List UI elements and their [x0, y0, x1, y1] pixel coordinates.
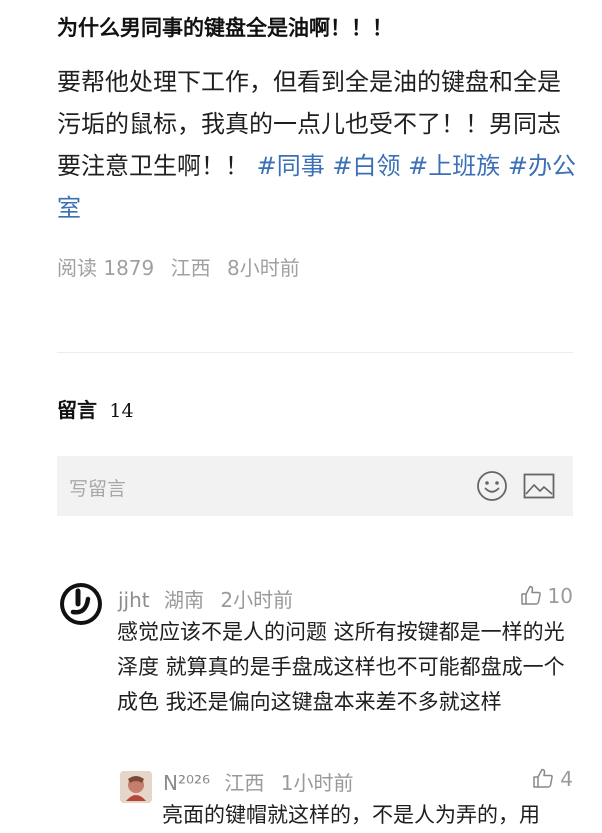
- read-count: 阅读 1879: [57, 256, 155, 280]
- comments-label: 留言: [57, 398, 97, 422]
- reply-header: N²⁰²⁶ 江西 1小时前: [163, 767, 353, 796]
- avatar-icon[interactable]: [59, 582, 103, 626]
- comment-time: 2小时前: [220, 588, 294, 612]
- comment-header: jjht 湖南 2小时前: [118, 584, 293, 613]
- reply-like-button[interactable]: 4: [532, 767, 573, 791]
- comments-count: 14: [109, 400, 134, 422]
- reply-time: 1小时前: [280, 771, 354, 795]
- smiley-icon[interactable]: [476, 470, 508, 502]
- avatar-icon[interactable]: [120, 771, 152, 803]
- reply-username[interactable]: N²⁰²⁶: [163, 771, 210, 795]
- comments-heading: 留言 14: [57, 394, 134, 423]
- image-icon[interactable]: [523, 473, 555, 499]
- post-meta: 阅读 1879 江西 8小时前: [57, 252, 310, 281]
- hashtag-office-worker[interactable]: #上班族: [408, 152, 500, 180]
- comment-input-placeholder[interactable]: 写留言: [69, 474, 126, 501]
- hashtag-colleague[interactable]: #同事: [257, 152, 325, 180]
- post-title: 为什么男同事的键盘全是油啊！！！: [57, 16, 393, 40]
- post-location: 江西: [170, 256, 211, 280]
- reply-location: 江西: [224, 771, 265, 795]
- comment-username[interactable]: jjht: [118, 588, 150, 612]
- like-count: 10: [547, 584, 573, 608]
- post-body: 要帮他处理下工作，但看到全是油的键盘和全是污垢的鼠标，我真的一点儿也受不了！！男…: [57, 61, 577, 229]
- thumbs-up-icon: [533, 768, 554, 788]
- hashtag-white-collar[interactable]: #白领: [332, 152, 400, 180]
- reply-text: 亮面的键帽就这样的，不是人为弄的，用: [162, 803, 540, 827]
- reply-like-count: 4: [560, 767, 573, 791]
- divider: [57, 352, 573, 353]
- comment-text: 感觉应该不是人的问题 这所有按键都是一样的光泽度 就算真的是手盘成这样也不可能都…: [117, 620, 565, 714]
- thumbs-up-icon: [520, 585, 541, 605]
- like-button[interactable]: 10: [520, 584, 573, 608]
- post-time: 8小时前: [226, 256, 300, 280]
- comment-location: 湖南: [164, 588, 204, 612]
- comment-input[interactable]: 写留言: [57, 456, 573, 516]
